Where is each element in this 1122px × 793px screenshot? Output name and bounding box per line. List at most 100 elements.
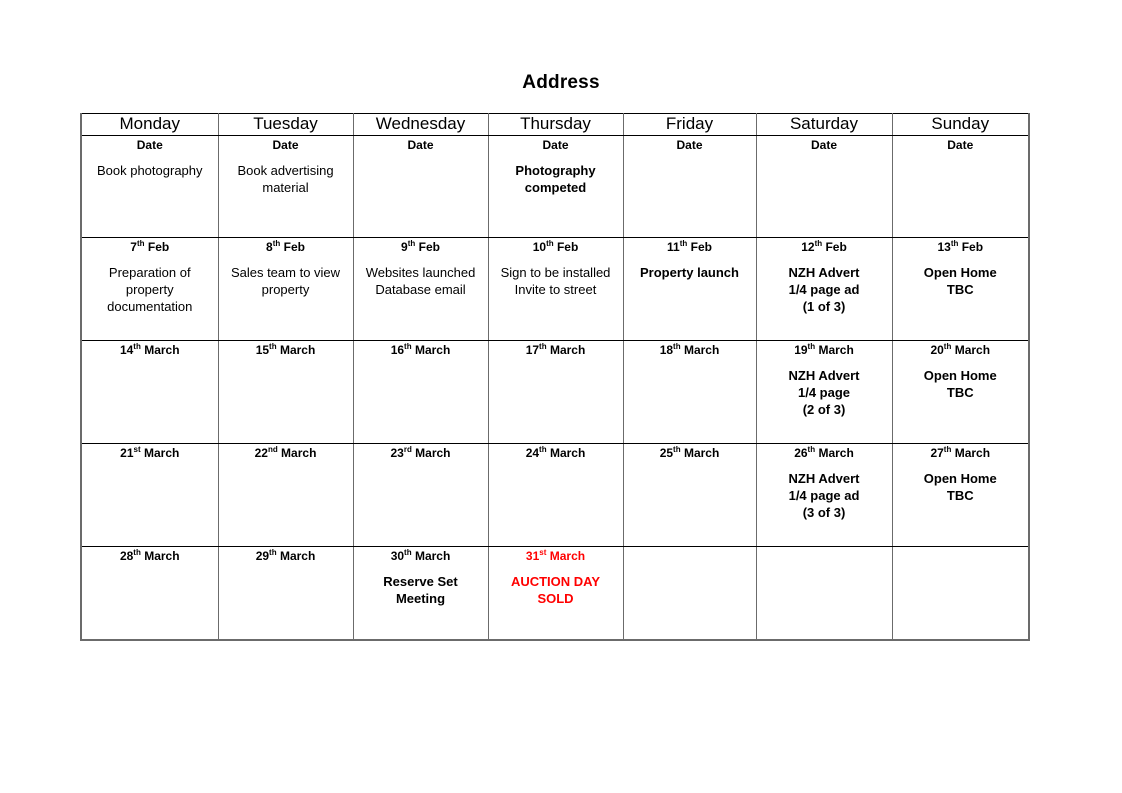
calendar-day-cell[interactable]: 12th Feb NZH Advert 1/4 page ad (1 of 3) xyxy=(755,237,893,341)
calendar-day-cell[interactable]: 13th Feb Open Home TBC xyxy=(891,237,1030,341)
calendar-day-cell[interactable]: Date Book photography xyxy=(80,135,219,238)
day-header-friday: Friday xyxy=(622,113,757,136)
day-date-label: Date xyxy=(810,138,837,152)
date-ordinal-suffix: th xyxy=(404,342,412,351)
calendar-week-row: 7th Feb Preparation of property documenta… xyxy=(80,237,1030,341)
day-header-sunday: Sunday xyxy=(891,113,1030,136)
document-page: Address Monday Tuesday Wednesday Thursda… xyxy=(0,0,1122,793)
day-cell-note xyxy=(893,152,1029,166)
calendar-day-cell[interactable]: 29th March xyxy=(217,546,354,641)
day-cell-inner xyxy=(624,547,756,639)
calendar-day-cell[interactable]: 31st March AUCTION DAY SOLD xyxy=(487,546,624,641)
calendar-day-cell[interactable]: Date xyxy=(891,135,1030,238)
day-cell-note: Photography competed xyxy=(515,163,596,195)
day-date-label: 10th Feb xyxy=(532,239,579,255)
date-ordinal-suffix: th xyxy=(950,239,959,248)
calendar-day-cell[interactable] xyxy=(755,546,893,641)
day-date-label: 22nd March xyxy=(254,445,317,461)
day-cell-note xyxy=(82,563,218,577)
day-cell-note xyxy=(757,563,892,577)
calendar-day-cell[interactable]: Date xyxy=(755,135,893,238)
day-cell-note xyxy=(893,563,1029,577)
day-cell-note: Property launch xyxy=(640,265,739,280)
calendar-day-cell[interactable]: 9th Feb Websites launched Database email xyxy=(352,237,489,341)
day-cell-inner: 26th March NZH Advert 1/4 page ad (3 of 3… xyxy=(757,444,892,546)
day-cell-inner: 10th Feb Sign to be installed Invite to s… xyxy=(489,238,623,340)
day-cell-inner: 31st March AUCTION DAY SOLD xyxy=(489,547,623,639)
calendar-day-cell[interactable]: 16th March xyxy=(352,340,489,444)
date-ordinal-suffix: th xyxy=(272,239,281,248)
day-date-label: 16th March xyxy=(390,342,451,358)
day-header-label: Wednesday xyxy=(375,114,466,133)
day-cell-inner: Date Photography competed xyxy=(489,136,623,237)
calendar-day-cell[interactable] xyxy=(622,546,757,641)
day-cell-inner: 8th Feb Sales team to view property xyxy=(219,238,353,340)
calendar-body: Monday Tuesday Wednesday Thursday Friday… xyxy=(80,113,1030,641)
day-date-label: 20th March xyxy=(930,342,991,358)
calendar-day-cell[interactable]: 21st March xyxy=(80,443,219,547)
day-cell-inner: Date xyxy=(354,136,488,237)
day-cell-inner: 23rd March xyxy=(354,444,488,546)
date-ordinal-suffix: th xyxy=(133,548,141,557)
calendar-day-cell[interactable]: 22nd March xyxy=(217,443,354,547)
date-ordinal-suffix: th xyxy=(539,342,547,351)
day-cell-note: NZH Advert 1/4 page ad (1 of 3) xyxy=(788,265,860,314)
day-cell-inner xyxy=(757,547,892,639)
day-date-label: 14th March xyxy=(119,342,180,358)
calendar-day-cell[interactable]: 7th Feb Preparation of property documenta… xyxy=(80,237,219,341)
calendar-container: Monday Tuesday Wednesday Thursday Friday… xyxy=(80,113,1030,641)
calendar-day-cell[interactable]: 25th March xyxy=(622,443,757,547)
calendar-day-cell[interactable]: 20th March Open Home TBC xyxy=(891,340,1030,444)
calendar-day-cell[interactable]: 14th March xyxy=(80,340,219,444)
day-cell-note xyxy=(82,357,218,371)
calendar-day-cell[interactable] xyxy=(891,546,1030,641)
calendar-day-cell[interactable]: 24th March xyxy=(487,443,624,547)
day-cell-inner: 16th March xyxy=(354,341,488,443)
calendar-day-cell[interactable]: Date xyxy=(352,135,489,238)
day-cell-inner: Date Book advertising material xyxy=(219,136,353,237)
day-cell-inner: 28th March xyxy=(82,547,218,639)
day-cell-inner: 29th March xyxy=(219,547,353,639)
day-date-label: 18th March xyxy=(659,342,720,358)
calendar-day-cell[interactable]: 26th March NZH Advert 1/4 page ad (3 of 3… xyxy=(755,443,893,547)
day-cell-inner: 30th March Reserve Set Meeting xyxy=(354,547,488,639)
day-cell-note: Sign to be installed Invite to street xyxy=(500,265,611,297)
calendar-day-cell[interactable]: Date Photography competed xyxy=(487,135,624,238)
calendar-day-cell[interactable]: 8th Feb Sales team to view property xyxy=(217,237,354,341)
calendar-day-cell[interactable]: 27th March Open Home TBC xyxy=(891,443,1030,547)
calendar-week-row: 28th March 29th March 30th March Reserve Se… xyxy=(80,546,1030,641)
day-date-label: 30th March xyxy=(390,548,451,564)
date-ordinal-suffix: th xyxy=(807,445,816,454)
calendar-day-cell[interactable]: 28th March xyxy=(80,546,219,641)
day-date-label: 29th March xyxy=(255,548,316,564)
calendar-day-cell[interactable]: 23rd March xyxy=(352,443,489,547)
calendar-day-cell[interactable]: 15th March xyxy=(217,340,354,444)
day-date-label: Date xyxy=(136,138,163,152)
day-header-monday: Monday xyxy=(80,113,219,136)
date-ordinal-suffix: th xyxy=(404,548,412,557)
day-header-label: Sunday xyxy=(931,114,990,133)
calendar-day-cell[interactable]: 30th March Reserve Set Meeting xyxy=(352,546,489,641)
day-cell-note: Open Home TBC xyxy=(923,368,997,400)
calendar-day-cell[interactable]: Date xyxy=(622,135,757,238)
date-ordinal-suffix: th xyxy=(679,239,688,248)
calendar-day-cell[interactable]: 11th Feb Property launch xyxy=(622,237,757,341)
calendar-day-cell[interactable]: 10th Feb Sign to be installed Invite to s… xyxy=(487,237,624,341)
day-date-label xyxy=(893,547,1029,563)
day-cell-note: Preparation of property documentation xyxy=(107,265,193,314)
date-ordinal-suffix: th xyxy=(407,239,416,248)
calendar-day-cell[interactable]: 18th March xyxy=(622,340,757,444)
day-date-label: 28th March xyxy=(119,548,180,564)
day-cell-note xyxy=(219,357,353,371)
calendar-day-cell[interactable]: 17th March xyxy=(487,340,624,444)
calendar-header-row: Monday Tuesday Wednesday Thursday Friday… xyxy=(80,113,1030,136)
day-cell-note xyxy=(624,563,756,577)
calendar-day-cell[interactable]: Date Book advertising material xyxy=(217,135,354,238)
day-cell-inner: 17th March xyxy=(489,341,623,443)
day-date-label: 9th Feb xyxy=(401,239,440,255)
calendar-day-cell[interactable]: 19th March NZH Advert 1/4 page (2 of 3) xyxy=(755,340,893,444)
day-cell-inner: 20th March Open Home TBC xyxy=(893,341,1029,443)
day-date-label xyxy=(624,547,756,563)
day-header-label: Thursday xyxy=(520,114,591,133)
date-ordinal-suffix: th xyxy=(943,445,952,454)
